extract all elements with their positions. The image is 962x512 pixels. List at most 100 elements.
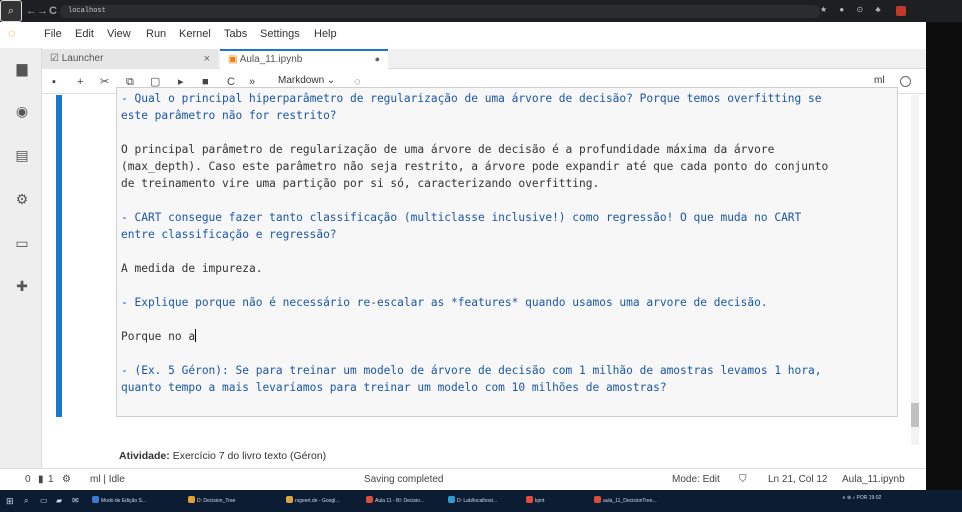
system-tray[interactable]: ∧ ⊕ ♪ POR 19:02 [842, 495, 881, 501]
file-explorer-icon[interactable]: ▰ [56, 495, 62, 507]
tabs-icon[interactable]: ▭ [14, 235, 30, 251]
cursor-position[interactable]: Ln 21, Col 12 [768, 474, 828, 485]
terminal-icon: ▮ [38, 474, 44, 485]
app-icon [92, 496, 99, 503]
cell-line: - Explique porque não é necessário re-es… [121, 296, 768, 309]
running-icon[interactable]: ◉ [14, 103, 30, 119]
menu-bar: ◌ File Edit View Run Kernel Tabs Setting… [0, 22, 926, 48]
tab-notebook[interactable]: ▣ Aula_11.ipynb ● [220, 49, 388, 69]
extension-icons[interactable]: ★ ● ⊙ ♣ [820, 5, 886, 14]
unsaved-dot-icon[interactable]: ● [375, 51, 380, 68]
menu-file[interactable]: File [44, 28, 62, 40]
launcher-icon: ☑ [50, 53, 62, 64]
taskbar-app[interactable]: D: Decision_Tree [188, 495, 235, 507]
os-taskbar: ⊞ ⌕ ▭ ▰ ✉ Modo de Edição S... D: Decision… [0, 490, 962, 512]
markdown-cell-editor[interactable]: - Qual o principal hiperparâmetro de reg… [116, 87, 898, 417]
search-icon[interactable]: ⌕ [24, 495, 28, 507]
cell-line: quanto tempo a mais levaríamos para trei… [121, 381, 667, 394]
forward-icon[interactable]: → [37, 4, 48, 18]
kernel-status-icon [900, 76, 911, 87]
app-icon [286, 496, 293, 503]
app-icon [366, 496, 373, 503]
taskbar-app[interactable]: Aula 11 - BI: Decisio... [366, 495, 424, 507]
taskbar-app-label: aula_11_DecisionTree... [603, 498, 657, 504]
taskbar-app[interactable]: aula_11_DecisionTree... [594, 495, 657, 507]
tab-notebook-label: Aula_11.ipynb [239, 54, 303, 65]
activity-cell[interactable]: Atividade: Exercício 7 do livro texto (G… [119, 450, 326, 462]
cut-icon[interactable]: ✂ [100, 75, 109, 89]
save-status: Saving completed [364, 474, 444, 485]
edit-mode: Mode: Edit [672, 474, 720, 485]
back-icon[interactable]: ← [26, 4, 37, 18]
menu-tabs[interactable]: Tabs [224, 28, 247, 40]
kernel-name[interactable]: ml [874, 75, 885, 86]
taskbar-app[interactable]: Modo de Edição S... [92, 495, 146, 507]
jupyter-logo-icon: ◌ [8, 26, 16, 40]
cell-line: entre classificação e regressão? [121, 228, 337, 241]
active-cell-indicator [56, 95, 62, 417]
kernels-count[interactable]: 1 [48, 474, 54, 485]
add-cell-icon[interactable]: + [77, 75, 83, 89]
notebook-panel: - Qual o principal hiperparâmetro de reg… [42, 87, 926, 462]
property-inspector-icon[interactable]: ⚙ [14, 191, 30, 207]
taskbar-app[interactable]: rsgeert.de - Googl... [286, 495, 339, 507]
taskbar-app-label: D: Decision_Tree [197, 498, 236, 504]
cell-line: este parâmetro não for restrito? [121, 109, 337, 122]
text-cursor [195, 329, 197, 342]
reload-icon[interactable]: C [49, 4, 57, 18]
activity-label: Atividade: [119, 450, 170, 462]
app-icon [594, 496, 601, 503]
taskbar-app[interactable]: D: Lab/localhost... [448, 495, 497, 507]
cell-line: - (Ex. 5 Géron): Se para treinar um mode… [121, 364, 822, 377]
kernel-state[interactable]: ml | Idle [90, 474, 125, 485]
mail-icon[interactable]: ✉ [72, 495, 79, 507]
terminals-count[interactable]: 0 [25, 474, 31, 485]
menu-settings[interactable]: Settings [260, 28, 300, 40]
cell-type-dropdown[interactable]: Markdown ⌄ [278, 75, 335, 86]
cell-line: (max_depth). Caso este parâmetro não sej… [121, 160, 829, 173]
cell-line: de treinamento vire uma partição por si … [121, 177, 600, 190]
taskbar-app-label: Aula 11 - BI: Decisio... [375, 498, 425, 504]
tab-bar: ☑ Launcher × ▣ Aula_11.ipynb ● [42, 49, 926, 69]
extension-icon[interactable]: ✚ [14, 278, 30, 294]
taskbar-app-label: D: Lab/localhost... [457, 498, 498, 504]
save-icon[interactable]: ▪ [52, 75, 56, 89]
menu-run[interactable]: Run [146, 28, 166, 40]
menu-kernel[interactable]: Kernel [179, 28, 211, 40]
status-bar: 0 ▮ 1 ⚙ ml | Idle Saving completed Mode:… [0, 468, 926, 490]
commands-icon[interactable]: ▤ [14, 147, 30, 163]
cell-line: O principal parâmetro de regularização d… [121, 143, 775, 156]
kernel-settings-icon: ⚙ [62, 474, 71, 485]
scrollbar[interactable] [911, 95, 919, 445]
browser-toolbar: ← → C localhost ★ ● ⊙ ♣ [0, 0, 962, 22]
cell-line: A medida de impureza. [121, 262, 263, 275]
scrollbar-thumb[interactable] [911, 403, 919, 427]
app-icon [526, 496, 533, 503]
app-icon [448, 496, 455, 503]
cell-line: - Qual o principal hiperparâmetro de reg… [121, 92, 822, 105]
profile-icon[interactable] [896, 6, 906, 16]
tab-launcher[interactable]: ☑ Launcher × [42, 49, 218, 69]
address-bar[interactable]: localhost [60, 5, 820, 18]
menu-view[interactable]: View [107, 28, 131, 40]
folder-icon[interactable]: ▆ [14, 60, 30, 76]
cell-line: - CART consegue fazer tanto classificaçã… [121, 211, 802, 224]
left-sidebar: ▆ ◉ ▤ ⚙ ▭ ✚ [0, 48, 42, 490]
task-view-icon[interactable]: ▭ [40, 495, 48, 507]
url-text: localhost [68, 7, 106, 15]
menu-edit[interactable]: Edit [75, 28, 94, 40]
taskbar-app[interactable]: kpnt [526, 495, 544, 507]
taskbar-app-label: kpnt [535, 498, 545, 504]
notebook-icon: ▣ [228, 54, 240, 65]
taskbar-app-label: Modo de Edição S... [101, 498, 147, 504]
app-icon [188, 496, 195, 503]
menu-help[interactable]: Help [314, 28, 337, 40]
close-icon[interactable]: × [204, 49, 210, 69]
tab-launcher-label: Launcher [61, 53, 104, 64]
activity-text: Exercício 7 do livro texto (Géron) [172, 450, 327, 462]
cell-line: Porque no a [121, 329, 197, 343]
windows-start-icon[interactable]: ⊞ [6, 495, 14, 507]
side-background [926, 22, 962, 490]
screen: ← → C localhost ★ ● ⊙ ♣ ⌕ ◌ File Edit Vi… [0, 0, 962, 512]
shield-icon: ⛉ [739, 474, 747, 485]
